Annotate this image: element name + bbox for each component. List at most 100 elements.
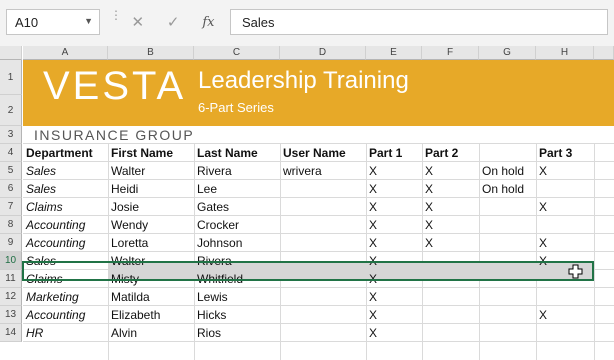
- cell-e12[interactable]: X: [366, 290, 422, 304]
- formula-bar: A10 ▼ ⋮ ✕ ✓ fx Sales: [0, 0, 614, 46]
- row-header-4[interactable]: 4: [0, 144, 22, 162]
- cell-h4[interactable]: Part 3: [536, 146, 594, 160]
- cell-e6[interactable]: X: [366, 182, 422, 196]
- cell-h9[interactable]: X: [536, 236, 594, 250]
- column-header-a[interactable]: A: [23, 46, 108, 60]
- vesta-logo: VESTA: [43, 64, 187, 108]
- row-header-7[interactable]: 7: [0, 198, 22, 216]
- column-header-f[interactable]: F: [422, 46, 479, 60]
- insert-function-icon[interactable]: fx: [202, 15, 214, 30]
- worksheet-grid[interactable]: ABCDEFGH 1 2 3 4 5 6 7 8 9 10 11 12 13 14 VESTA Leade…: [0, 46, 614, 360]
- cell-b9[interactable]: Loretta: [108, 236, 194, 250]
- gridline: [23, 287, 614, 288]
- gridline: [23, 233, 614, 234]
- column-header-e[interactable]: E: [366, 46, 422, 60]
- cell-g6[interactable]: On hold: [479, 182, 536, 196]
- cell-a12[interactable]: Marketing: [23, 290, 108, 304]
- cell-f5[interactable]: X: [422, 164, 479, 178]
- cell-c12[interactable]: Lewis: [194, 290, 280, 304]
- cell-e14[interactable]: X: [366, 326, 422, 340]
- cell-a4[interactable]: Department: [23, 146, 108, 160]
- cell-a9[interactable]: Accounting: [23, 236, 108, 250]
- gridline: [23, 251, 614, 252]
- insurance-group-label: INSURANCE GROUP: [34, 127, 195, 143]
- cell-f7[interactable]: X: [422, 200, 479, 214]
- cell-h7[interactable]: X: [536, 200, 594, 214]
- row-header-12[interactable]: 12: [0, 288, 22, 306]
- cell-a5[interactable]: Sales: [23, 164, 108, 178]
- cell-e8[interactable]: X: [366, 218, 422, 232]
- cell-c6[interactable]: Lee: [194, 182, 280, 196]
- row-header-9[interactable]: 9: [0, 234, 22, 252]
- cell-e9[interactable]: X: [366, 236, 422, 250]
- cell-e4[interactable]: Part 1: [366, 146, 422, 160]
- gridline: [23, 197, 614, 198]
- cell-g5[interactable]: On hold: [479, 164, 536, 178]
- cell-e7[interactable]: X: [366, 200, 422, 214]
- cell-c5[interactable]: Rivera: [194, 164, 280, 178]
- cell-e5[interactable]: X: [366, 164, 422, 178]
- cell-c4[interactable]: Last Name: [194, 146, 280, 160]
- gridline: [23, 341, 614, 342]
- row-header-5[interactable]: 5: [0, 162, 22, 180]
- cell-f8[interactable]: X: [422, 218, 479, 232]
- cell-a7[interactable]: Claims: [23, 200, 108, 214]
- banner-title: Leadership Training: [198, 67, 409, 94]
- row-header-3[interactable]: 3: [0, 126, 22, 144]
- row-header-2[interactable]: 2: [0, 95, 22, 126]
- cell-b8[interactable]: Wendy: [108, 218, 194, 232]
- cell-h5[interactable]: X: [536, 164, 594, 178]
- cell-b6[interactable]: Heidi: [108, 182, 194, 196]
- cell-b14[interactable]: Alvin: [108, 326, 194, 340]
- cell-c13[interactable]: Hicks: [194, 308, 280, 322]
- cell-c8[interactable]: Crocker: [194, 218, 280, 232]
- cell-c14[interactable]: Rios: [194, 326, 280, 340]
- cell-a6[interactable]: Sales: [23, 182, 108, 196]
- cell-a13[interactable]: Accounting: [23, 308, 108, 322]
- gridline: [594, 143, 595, 360]
- cell-b4[interactable]: First Name: [108, 146, 194, 160]
- cell-f4[interactable]: Part 2: [422, 146, 479, 160]
- cell-h13[interactable]: X: [536, 308, 594, 322]
- column-header-d[interactable]: D: [280, 46, 366, 60]
- name-box[interactable]: A10 ▼: [6, 9, 100, 35]
- cell-b5[interactable]: Walter: [108, 164, 194, 178]
- column-header-b[interactable]: B: [108, 46, 194, 60]
- column-header-c[interactable]: C: [194, 46, 280, 60]
- column-header-h[interactable]: H: [536, 46, 594, 60]
- gridline: [23, 305, 614, 306]
- cell-a14[interactable]: HR: [23, 326, 108, 340]
- enter-icon[interactable]: ✓: [167, 13, 180, 31]
- gridline: [23, 179, 614, 180]
- selection-border: [22, 261, 594, 281]
- cell-b13[interactable]: Elizabeth: [108, 308, 194, 322]
- formula-buttons: ✕ ✓ fx: [120, 9, 226, 35]
- row-header-8[interactable]: 8: [0, 216, 22, 234]
- cell-f6[interactable]: X: [422, 182, 479, 196]
- cell-d5[interactable]: wrivera: [280, 164, 366, 178]
- row-header-13[interactable]: 13: [0, 306, 22, 324]
- cell-b12[interactable]: Matilda: [108, 290, 194, 304]
- row-header-6[interactable]: 6: [0, 180, 22, 198]
- row-header-10[interactable]: 10: [0, 252, 22, 270]
- cell-c7[interactable]: Gates: [194, 200, 280, 214]
- gridline: [23, 323, 614, 324]
- column-header-next[interactable]: [594, 46, 614, 60]
- row-header-14[interactable]: 14: [0, 324, 22, 342]
- cell-c9[interactable]: Johnson: [194, 236, 280, 250]
- row-header-1[interactable]: 1: [0, 60, 22, 95]
- cell-f9[interactable]: X: [422, 236, 479, 250]
- cell-a8[interactable]: Accounting: [23, 218, 108, 232]
- formula-input[interactable]: Sales: [230, 9, 608, 35]
- gridline: [23, 215, 614, 216]
- cell-e13[interactable]: X: [366, 308, 422, 322]
- cancel-icon[interactable]: ✕: [131, 13, 144, 31]
- grip-icon[interactable]: ⋮: [110, 9, 122, 32]
- name-box-value: A10: [15, 15, 39, 30]
- cell-d4[interactable]: User Name: [280, 146, 366, 160]
- row-header-11[interactable]: 11: [0, 270, 22, 288]
- cell-b7[interactable]: Josie: [108, 200, 194, 214]
- column-header-g[interactable]: G: [479, 46, 536, 60]
- select-all-corner[interactable]: [0, 46, 22, 60]
- chevron-down-icon[interactable]: ▼: [84, 16, 93, 26]
